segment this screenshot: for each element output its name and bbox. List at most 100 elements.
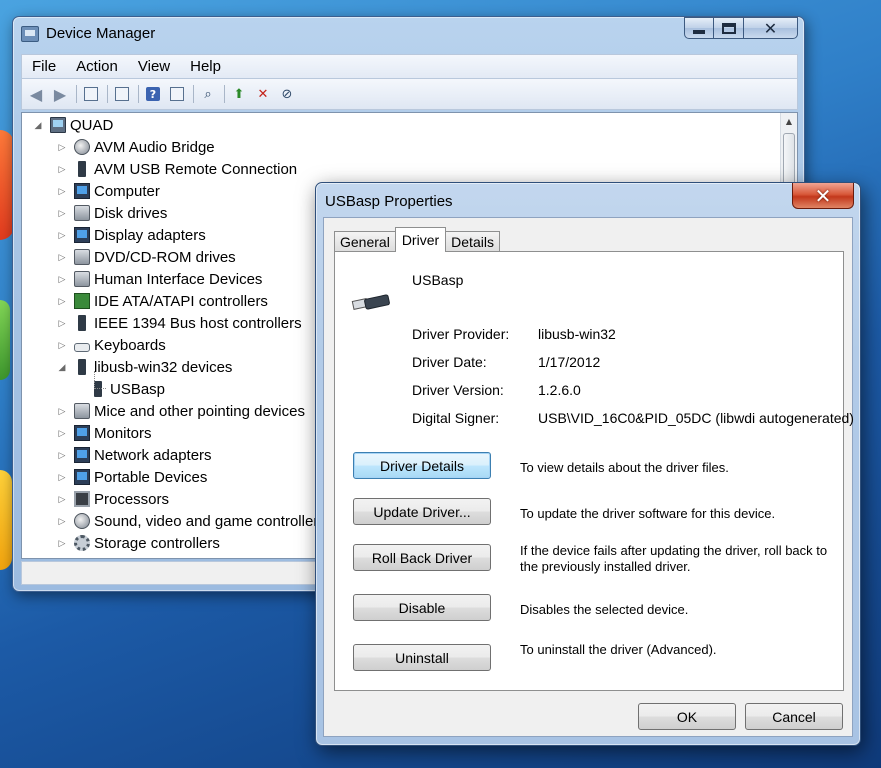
tab-details[interactable]: Details — [445, 231, 500, 252]
expand-icon[interactable]: ▷ — [56, 472, 68, 483]
driver-date-label: Driver Date: — [412, 354, 487, 370]
update-driver-icon[interactable]: ⬆ — [229, 85, 249, 103]
toolbar-separator — [138, 85, 139, 103]
properties-dialog[interactable]: USBasp Properties ✕ General Driver Detai… — [315, 182, 861, 746]
expand-icon[interactable]: ▷ — [56, 428, 68, 439]
roll-back-driver-button[interactable]: Roll Back Driver — [353, 544, 491, 571]
tree-category-item[interactable]: ▷ Sound, video and game controllers — [56, 510, 326, 532]
properties-icon[interactable] — [112, 85, 132, 103]
usb-plug-icon — [78, 161, 86, 177]
driver-version-value: 1.2.6.0 — [538, 382, 581, 398]
tree-category-item[interactable]: ▷ Network adapters — [56, 444, 212, 466]
tree-category-item[interactable]: ▷ Monitors — [56, 422, 152, 444]
tree-item-label: Network adapters — [94, 446, 212, 464]
tree-item-label: Portable Devices — [94, 468, 208, 486]
toolbar-separator — [193, 85, 194, 103]
expand-icon[interactable]: ▷ — [56, 142, 68, 153]
tree-root-label: QUAD — [70, 116, 114, 134]
close-button[interactable]: ✕ — [744, 17, 798, 39]
update-driver-button[interactable]: Update Driver... — [353, 498, 491, 525]
toolbar: ◀ ▶ ? ⌕ ⬆ ✕ ⊘ — [21, 78, 798, 110]
tree-category-item[interactable]: ▷ IDE ATA/ATAPI controllers — [56, 290, 268, 312]
tree-item-label: Monitors — [94, 424, 152, 442]
tree-category-item[interactable]: ▷ AVM Audio Bridge — [56, 136, 215, 158]
disable-description: Disables the selected device. — [520, 602, 689, 617]
tree-category-item[interactable]: ▷ IEEE 1394 Bus host controllers — [56, 312, 302, 334]
uninstall-icon[interactable]: ✕ — [253, 85, 273, 103]
title-bar[interactable]: Device Manager ✕ — [13, 17, 804, 51]
uninstall-button[interactable]: Uninstall — [353, 644, 491, 671]
expand-icon[interactable]: ▷ — [56, 274, 68, 285]
tab-general[interactable]: General — [334, 231, 396, 252]
close-icon: ✕ — [814, 183, 832, 208]
expand-icon[interactable]: ▷ — [56, 296, 68, 307]
tree-category-item[interactable]: ▷ Processors — [56, 488, 170, 510]
expand-icon[interactable]: ▷ — [56, 186, 68, 197]
scroll-up-icon[interactable]: ▲ — [781, 113, 797, 130]
driver-details-button[interactable]: Driver Details — [353, 452, 491, 479]
tree-item-label: IDE ATA/ATAPI controllers — [94, 292, 268, 310]
tree-root[interactable]: ◢ QUAD — [32, 114, 114, 136]
tree-item-label: USBasp — [110, 380, 166, 398]
collapse-icon[interactable]: ◢ — [56, 362, 68, 373]
expand-icon[interactable]: ▷ — [56, 516, 68, 527]
tree-category-item[interactable]: ▷ Keyboards — [56, 334, 166, 356]
roll-back-driver-description: If the device fails after updating the d… — [520, 543, 828, 574]
expand-icon[interactable]: ▷ — [56, 208, 68, 219]
tree-category-item[interactable]: ▷ Computer — [56, 180, 160, 202]
help-icon[interactable]: ? — [143, 85, 163, 103]
expand-icon[interactable]: ▷ — [56, 406, 68, 417]
minimize-button[interactable] — [684, 17, 714, 39]
tree-category-item[interactable]: ▷ Mice and other pointing devices — [56, 400, 305, 422]
expand-icon[interactable]: ▷ — [56, 318, 68, 329]
processor-icon — [74, 491, 90, 507]
tree-category-item[interactable]: ▷ Disk drives — [56, 202, 168, 224]
tree-category-item[interactable]: ▷ Human Interface Devices — [56, 268, 263, 290]
tree-category-item[interactable]: ▷ Display adapters — [56, 224, 206, 246]
window-title: Device Manager — [46, 25, 156, 42]
menu-file[interactable]: File — [22, 58, 66, 75]
tree-category-item[interactable]: ▷ DVD/CD-ROM drives — [56, 246, 236, 268]
tree-category-item[interactable]: ▷ AVM USB Remote Connection — [56, 158, 298, 180]
show-hide-tree-icon[interactable] — [81, 85, 101, 103]
hid-icon — [74, 271, 90, 287]
ok-button[interactable]: OK — [638, 703, 736, 730]
maximize-icon — [721, 22, 736, 34]
expand-icon[interactable]: ▷ — [56, 340, 68, 351]
menu-action[interactable]: Action — [66, 58, 128, 75]
tree-item-label: Computer — [94, 182, 160, 200]
audio-icon — [74, 139, 90, 155]
expand-icon[interactable]: ▷ — [56, 494, 68, 505]
display-adapter-icon — [74, 227, 90, 243]
portable-device-icon — [74, 469, 90, 485]
tree-category-item[interactable]: ▷ Storage controllers — [56, 532, 220, 554]
forward-arrow-icon[interactable]: ▶ — [50, 85, 70, 104]
tree-item-label: Processors — [94, 490, 170, 508]
network-adapter-icon — [74, 447, 90, 463]
usb-plug-icon — [78, 359, 86, 375]
expand-icon[interactable]: ▷ — [56, 230, 68, 241]
cancel-button[interactable]: Cancel — [745, 703, 843, 730]
maximize-button[interactable] — [714, 17, 744, 39]
tree-connector-line — [94, 388, 106, 389]
collapse-icon[interactable]: ◢ — [32, 120, 44, 131]
expand-icon[interactable]: ▷ — [56, 164, 68, 175]
expand-icon[interactable]: ▷ — [56, 252, 68, 263]
expand-icon[interactable]: ▷ — [56, 538, 68, 549]
tab-driver[interactable]: Driver — [394, 227, 447, 252]
disable-button[interactable]: Disable — [353, 594, 491, 621]
tree-device-item[interactable]: USBasp — [78, 378, 165, 400]
menu-view[interactable]: View — [128, 58, 180, 75]
caption-buttons: ✕ — [684, 17, 798, 39]
expand-icon[interactable]: ▷ — [56, 450, 68, 461]
dialog-close-button[interactable]: ✕ — [792, 183, 854, 209]
disable-icon[interactable]: ⊘ — [277, 85, 297, 103]
view-icon[interactable] — [167, 85, 187, 103]
menu-help[interactable]: Help — [180, 58, 231, 75]
toolbar-separator — [107, 85, 108, 103]
tree-category-item[interactable]: ◢ libusb-win32 devices — [56, 356, 233, 378]
tree-category-item[interactable]: ▷ Portable Devices — [56, 466, 208, 488]
scan-hardware-icon[interactable]: ⌕ — [198, 85, 218, 103]
back-arrow-icon[interactable]: ◀ — [26, 85, 46, 104]
tree-item-label: AVM USB Remote Connection — [94, 160, 298, 178]
